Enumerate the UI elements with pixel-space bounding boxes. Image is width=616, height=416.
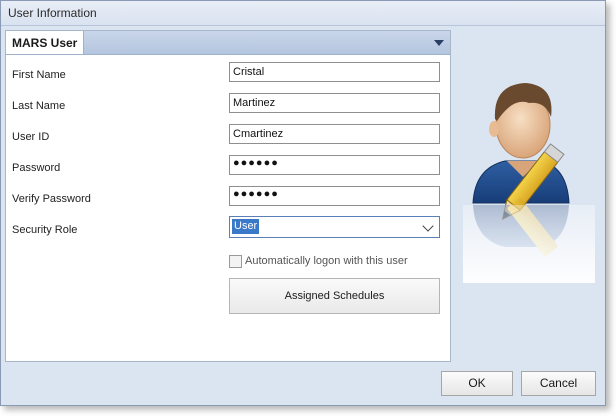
security-role-label: Security Role [12, 224, 78, 236]
first-name-field[interactable] [229, 62, 440, 82]
tab-label: MARS User [12, 36, 78, 50]
security-role-select[interactable]: User [229, 216, 440, 238]
dropdown-arrow-icon[interactable] [432, 37, 446, 49]
form-panel: MARS User First Name Last Name User ID P… [5, 30, 451, 362]
title-bar: User Information [1, 1, 605, 26]
first-name-label: First Name [12, 69, 66, 81]
verify-password-label: Verify Password [12, 193, 91, 205]
tab-mars-user[interactable]: MARS User [6, 31, 84, 54]
assigned-schedules-button[interactable]: Assigned Schedules [229, 278, 440, 314]
last-name-label: Last Name [12, 100, 66, 112]
auto-logon-checkbox[interactable] [229, 255, 242, 268]
user-id-label: User ID [12, 131, 50, 143]
tab-strip: MARS User [6, 31, 450, 55]
last-name-field[interactable] [229, 93, 440, 113]
user-id-field[interactable] [229, 124, 440, 144]
verify-password-field[interactable]: ●●●●●● [229, 186, 440, 206]
password-field[interactable]: ●●●●●● [229, 155, 440, 175]
cancel-button[interactable]: Cancel [521, 371, 596, 396]
security-role-value: User [232, 219, 260, 234]
ok-button[interactable]: OK [441, 371, 513, 396]
user-information-dialog: User Information MARS User First Name La… [0, 0, 606, 406]
window-title: User Information [8, 6, 97, 20]
user-edit-icon [463, 83, 595, 283]
chevron-down-icon [422, 220, 434, 232]
password-label: Password [12, 162, 61, 174]
auto-logon-label: Automatically logon with this user [245, 255, 408, 267]
